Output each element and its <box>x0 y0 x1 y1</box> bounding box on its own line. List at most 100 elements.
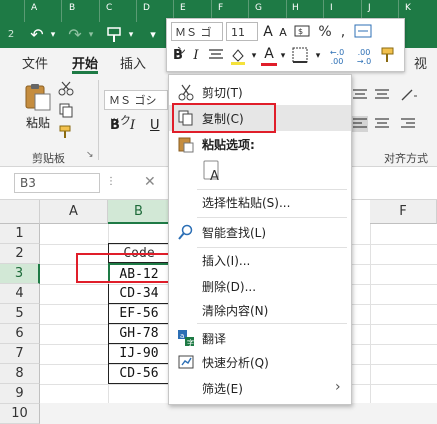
cancel-entry-icon[interactable]: ✕ <box>144 174 156 190</box>
format-painter-icon[interactable] <box>58 124 74 140</box>
mini-bold-button[interactable]: B <box>171 46 185 66</box>
column-header-f[interactable]: F <box>370 200 437 224</box>
menu-item-paste-special[interactable]: 选择性粘贴(S)... <box>169 189 351 215</box>
borders-icon[interactable] <box>291 46 313 66</box>
align-top-icon[interactable] <box>352 88 368 102</box>
cell-b4[interactable]: CD-34 <box>108 284 170 304</box>
format-painter-icon[interactable] <box>104 24 126 46</box>
menu-item-label: 筛选(E) <box>202 382 243 396</box>
row-header[interactable]: 8 <box>0 364 40 384</box>
grow-font-button[interactable]: A <box>261 22 275 42</box>
percent-button[interactable]: % <box>315 22 335 42</box>
annotation-highlight-copy <box>172 103 276 133</box>
cell-b5[interactable]: EF-56 <box>108 304 170 324</box>
number-format-icon[interactable]: $ <box>293 22 313 42</box>
menu-item-label: 智能查找(L) <box>202 226 267 240</box>
strip-col-label: E <box>180 3 186 13</box>
menu-item-label: 快速分析(Q) <box>202 356 269 370</box>
borders-dropdown-icon[interactable]: ▾ <box>314 46 322 66</box>
bold-button[interactable]: B <box>110 118 120 133</box>
column-header-a[interactable]: A <box>40 200 108 224</box>
row-header-active[interactable]: 3 <box>0 264 40 284</box>
menu-item-smart-lookup[interactable]: 智能查找(L) <box>169 219 351 245</box>
dialog-launcher-icon[interactable]: ↘ <box>86 150 94 160</box>
mini-size-box[interactable]: 11 <box>226 22 258 41</box>
paste-label[interactable]: 粘贴 <box>26 114 50 131</box>
tab-view[interactable]: 视 <box>414 53 427 72</box>
quick-analysis-icon <box>177 353 195 371</box>
tab-file[interactable]: 文件 <box>22 53 48 72</box>
row-marker: 2 <box>7 29 15 40</box>
cut-icon[interactable] <box>58 80 74 96</box>
undo-icon[interactable]: ↶ <box>26 24 48 46</box>
decrease-decimal-button[interactable]: ←.0 .00 <box>324 48 350 68</box>
fill-color-dropdown-icon[interactable]: ▾ <box>250 46 258 66</box>
menu-item-cut[interactable]: 剪切(T) <box>169 79 351 105</box>
menu-item-insert[interactable]: 插入(I)... <box>169 247 351 273</box>
tab-home[interactable]: 开始 <box>72 53 98 72</box>
customize-qat-icon[interactable]: ▾ <box>144 24 162 46</box>
strip-col-label: A <box>31 3 38 13</box>
cell-b6[interactable]: GH-78 <box>108 324 170 344</box>
menu-item-label: 清除内容(N) <box>202 304 269 318</box>
row-header[interactable]: 9 <box>0 384 40 404</box>
column-header-b[interactable]: B <box>108 200 170 224</box>
menu-item-label: 剪切(T) <box>202 86 243 100</box>
svg-text:$: $ <box>298 27 303 36</box>
italic-button[interactable]: I <box>130 118 135 133</box>
align-right-icon[interactable] <box>400 116 416 132</box>
row-header[interactable]: 7 <box>0 344 40 364</box>
increase-decimal-button[interactable]: .00 →.0 <box>351 48 377 68</box>
orientation-icon[interactable] <box>400 88 420 102</box>
menu-item-clear-contents[interactable]: 清除内容(N) <box>169 297 351 323</box>
font-name-box[interactable]: ＭＳ ゴシック <box>104 90 168 127</box>
row-header[interactable]: 4 <box>0 284 40 304</box>
menu-item-paste-options: 粘贴选项: <box>169 131 351 157</box>
shrink-font-button[interactable]: A <box>277 23 289 43</box>
row-header[interactable]: 10 <box>0 404 40 424</box>
select-all-corner[interactable] <box>0 200 40 224</box>
menu-item-delete[interactable]: 删除(D)... <box>169 273 351 299</box>
cell-b7[interactable]: IJ-90 <box>108 344 170 364</box>
mini-italic-button[interactable]: I <box>189 46 203 66</box>
mini-toolbar: ＭＳ ゴシ 11 A A $ % , B I ▾ A ▾ ▾ ←.0 .00 .… <box>166 18 405 72</box>
row-header[interactable]: 2 <box>0 244 40 264</box>
row-header[interactable]: 5 <box>0 304 40 324</box>
strip-col-label: D <box>143 3 150 13</box>
tab-insert[interactable]: 插入 <box>120 53 146 72</box>
row-header[interactable]: 6 <box>0 324 40 344</box>
redo-dropdown-icon[interactable]: ▾ <box>86 24 96 46</box>
strip-col-label: F <box>218 3 224 13</box>
submenu-arrow-icon: › <box>335 379 341 395</box>
undo-dropdown-icon[interactable]: ▾ <box>48 24 58 46</box>
mini-font-box[interactable]: ＭＳ ゴシ <box>171 22 223 58</box>
font-color-button[interactable]: A <box>261 45 277 66</box>
strip-col-label: J <box>368 3 371 13</box>
align-center-icon[interactable] <box>207 46 227 66</box>
scissors-icon <box>177 83 195 101</box>
align-center-icon[interactable] <box>374 116 390 132</box>
copy-icon[interactable] <box>58 102 74 118</box>
cell-b8[interactable]: CD-56 <box>108 364 170 384</box>
merge-icon[interactable] <box>353 22 375 42</box>
menu-item-quick-analysis[interactable]: 快速分析(Q) <box>169 349 351 375</box>
row-header[interactable]: 1 <box>0 224 40 244</box>
font-color-dropdown-icon[interactable]: ▾ <box>279 46 287 66</box>
menu-item-label: 粘贴选项: <box>202 138 255 152</box>
translate-icon: a字 <box>177 329 195 347</box>
align-left-icon[interactable] <box>352 116 368 132</box>
paste-text-only-icon[interactable]: A <box>201 159 225 183</box>
format-painter-icon[interactable] <box>379 46 399 66</box>
paste-icon[interactable] <box>24 82 52 112</box>
strip-col-label: B <box>69 3 76 13</box>
align-middle-icon[interactable] <box>374 88 390 102</box>
svg-text:字: 字 <box>187 338 194 347</box>
menu-item-filter[interactable]: 筛选(E) › <box>169 375 351 401</box>
menu-item-translate[interactable]: a字 翻译 <box>169 325 351 351</box>
name-box[interactable]: B3 <box>14 173 100 193</box>
qat-dropdown-icon[interactable]: ▾ <box>126 24 136 46</box>
underline-button[interactable]: U <box>150 118 160 133</box>
comma-button[interactable]: , <box>335 22 351 42</box>
fill-color-icon[interactable] <box>229 46 249 66</box>
redo-icon[interactable]: ↷ <box>64 24 86 46</box>
